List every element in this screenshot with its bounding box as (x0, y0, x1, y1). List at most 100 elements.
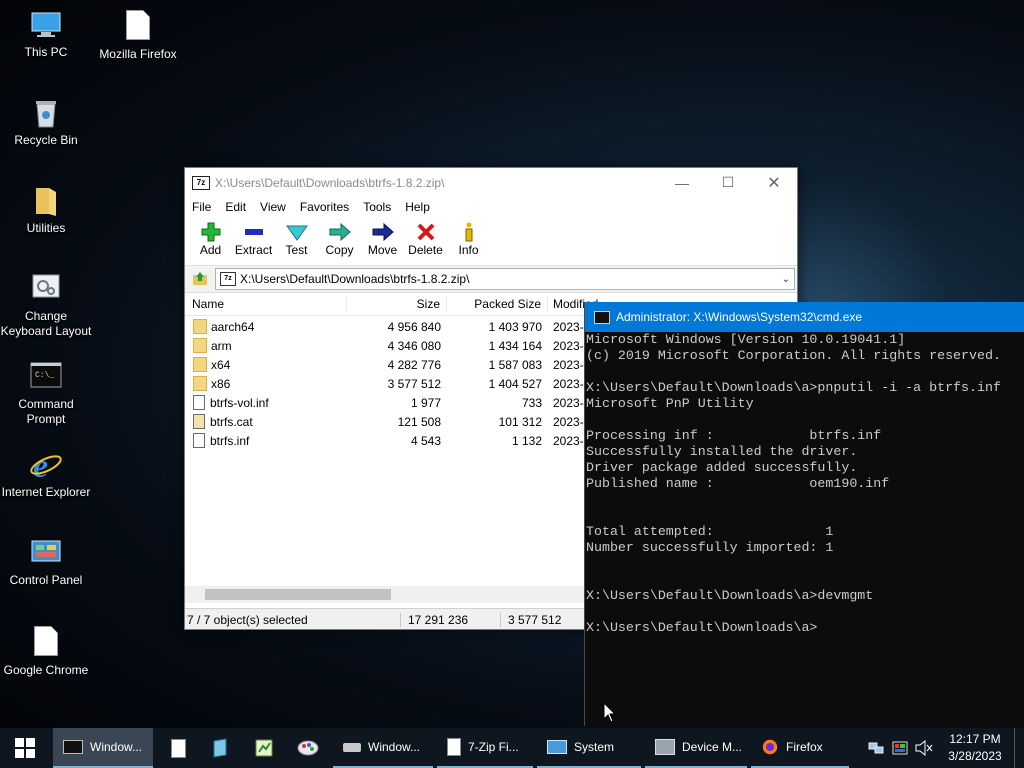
this-pc-icon (29, 8, 63, 42)
clock-date: 3/28/2023 (948, 749, 1002, 763)
taskbar: Window... Window... 7-Zip Fi... System D… (0, 728, 1024, 768)
desktop-icon-utilities[interactable]: Utilities (0, 184, 92, 236)
cmd-title: Administrator: X:\Windows\System32\cmd.e… (616, 310, 863, 324)
pinned-document[interactable] (158, 728, 198, 768)
pinned-app[interactable] (198, 728, 242, 768)
clock[interactable]: 12:17 PM 3/28/2023 (936, 728, 1014, 768)
name-cell: btrfs.inf (185, 433, 347, 448)
taskbar-window-drive[interactable]: Window... (333, 728, 433, 768)
desktop-icon-label: This PC (24, 45, 68, 59)
file-name: aarch64 (211, 319, 255, 334)
sevenzip-titlebar[interactable]: 7z X:\Users\Default\Downloads\btrfs-1.8.… (185, 168, 797, 197)
menu-help[interactable]: Help (398, 200, 437, 214)
7zip-app-icon: 7z (192, 175, 210, 190)
catalog-file-icon (193, 414, 205, 429)
volume-tray-icon[interactable] (912, 728, 936, 768)
packed-size-cell: 1 403 970 (488, 319, 542, 334)
test-button[interactable]: Test (275, 217, 318, 257)
close-button[interactable]: ✕ (751, 173, 797, 193)
name-cell: aarch64 (185, 319, 347, 334)
maximize-button[interactable]: ☐ (705, 174, 751, 191)
address-input[interactable]: 7z X:\Users\Default\Downloads\btrfs-1.8.… (215, 268, 795, 290)
cmd-titlebar[interactable]: Administrator: X:\Windows\System32\cmd.e… (585, 302, 1024, 332)
network-tray-icon[interactable] (864, 728, 888, 768)
folder-icon (29, 184, 63, 218)
clock-time: 12:17 PM (949, 732, 1001, 746)
taskbar-window-label: Window... (90, 740, 143, 754)
cmd-window[interactable]: Administrator: X:\Windows\System32\cmd.e… (584, 302, 1024, 726)
folder-icon (193, 319, 207, 334)
column-header-size[interactable]: Size (347, 297, 447, 311)
chevron-down-icon[interactable]: ⌄ (778, 274, 794, 285)
taskbar-window-7zip[interactable]: 7-Zip Fi... (437, 728, 533, 768)
taskbar-window-device-manager[interactable]: Device M... (645, 728, 747, 768)
desktop-icon-mozilla-firefox[interactable]: Mozilla Firefox (92, 8, 184, 62)
display-tray-icon[interactable] (888, 728, 912, 768)
name-cell: btrfs.cat (185, 414, 347, 429)
info-label: Info (458, 243, 479, 257)
desktop-icon-internet-explorer[interactable]: e Internet Explorer (0, 448, 92, 500)
taskbar-window-firefox[interactable]: Firefox (751, 728, 849, 768)
taskbar-window-label: Firefox (786, 740, 823, 754)
menu-tools[interactable]: Tools (356, 200, 398, 214)
delete-button[interactable]: Delete (404, 217, 447, 257)
drive-icon (343, 742, 361, 752)
mouse-cursor-icon (603, 702, 617, 723)
desktop-icon-this-pc[interactable]: This PC (0, 8, 92, 60)
column-header-packed-size[interactable]: Packed Size (447, 297, 548, 311)
internet-explorer-icon: e (29, 448, 63, 485)
name-cell: x86 (185, 376, 347, 391)
add-label: Add (199, 243, 222, 257)
pinned-app[interactable] (242, 728, 286, 768)
desktop-icon-label: Mozilla Firefox (99, 47, 177, 61)
desktop-icon-label: Command Prompt (18, 397, 74, 426)
taskbar-window-system[interactable]: System (537, 728, 641, 768)
menu-edit[interactable]: Edit (218, 200, 253, 214)
packed-size-cell: 1 434 164 (488, 338, 542, 353)
inf-file-icon (193, 433, 205, 448)
desktop-icon-change-keyboard-layout[interactable]: Change Keyboard Layout (0, 272, 92, 339)
taskbar-window-cmd[interactable]: Window... (53, 728, 153, 768)
folder-up-icon[interactable] (185, 270, 215, 289)
document-icon (29, 626, 63, 660)
extract-label: Extract (234, 243, 273, 257)
minimize-button[interactable]: — (659, 175, 705, 191)
move-button[interactable]: Move (361, 217, 404, 257)
desktop-icon-google-chrome[interactable]: Google Chrome (0, 624, 92, 678)
scrollbar-thumb[interactable] (205, 589, 391, 600)
show-desktop-button[interactable] (1014, 728, 1024, 768)
file-name: btrfs.cat (210, 414, 253, 429)
extract-button[interactable]: Extract (232, 217, 275, 257)
pinned-app[interactable] (286, 728, 330, 768)
packed-size-cell: 1 587 083 (488, 357, 542, 372)
address-path: X:\Users\Default\Downloads\btrfs-1.8.2.z… (240, 272, 470, 286)
size-cell: 4 282 776 (387, 357, 441, 372)
total-size-status: 17 291 236 (401, 612, 501, 627)
desktop-icon-control-panel[interactable]: Control Panel (0, 536, 92, 588)
desktop-icon-label: Internet Explorer (1, 485, 91, 499)
desktop-icon-label: Google Chrome (3, 663, 89, 677)
column-header-name[interactable]: Name (185, 297, 347, 311)
menu-file[interactable]: File (185, 200, 218, 214)
document-icon (447, 738, 461, 756)
cmd-output[interactable]: Microsoft Windows [Version 10.0.19041.1]… (585, 332, 1024, 636)
menu-favorites[interactable]: Favorites (293, 200, 356, 214)
desktop-icon-command-prompt[interactable]: C:\_ Command Prompt (0, 360, 92, 427)
folder-icon (193, 338, 207, 353)
start-button[interactable] (0, 728, 50, 768)
device-manager-icon (655, 739, 675, 755)
color-display-icon (892, 741, 908, 755)
desktop-icon-recycle-bin[interactable]: Recycle Bin (0, 96, 92, 148)
archive-icon: 7z (220, 272, 236, 286)
file-name: arm (211, 338, 232, 353)
paint-icon (297, 740, 319, 756)
file-name: btrfs-vol.inf (210, 395, 269, 410)
plus-icon (189, 221, 232, 243)
file-name: btrfs.inf (210, 433, 250, 448)
add-button[interactable]: Add (189, 217, 232, 257)
system-icon (547, 740, 567, 754)
menu-view[interactable]: View (253, 200, 293, 214)
info-button[interactable]: Info (447, 217, 490, 257)
cmd-icon (63, 740, 83, 754)
copy-button[interactable]: Copy (318, 217, 361, 257)
